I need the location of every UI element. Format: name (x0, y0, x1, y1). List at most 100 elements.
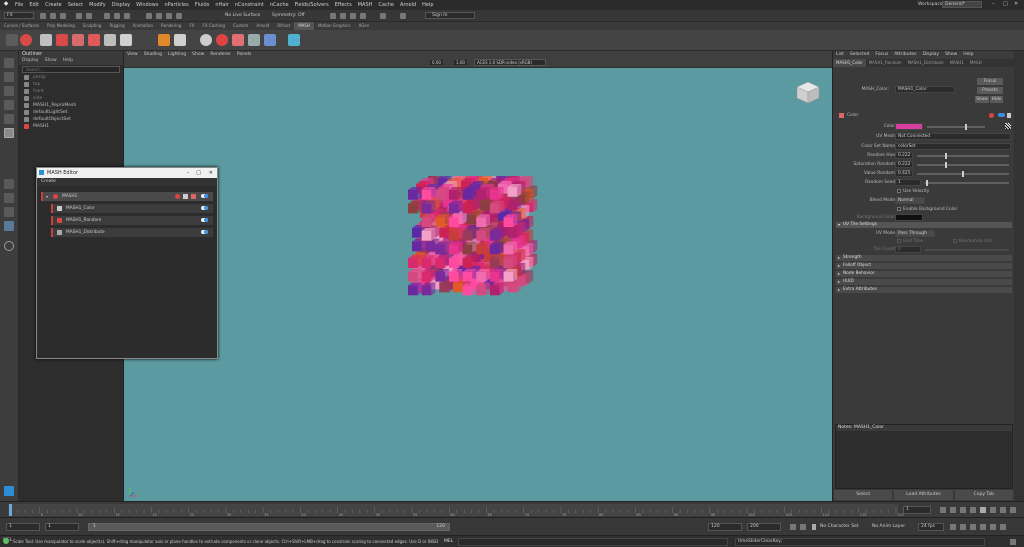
expand-arrow-icon[interactable]: ▾ (46, 192, 48, 201)
ae-notes-panel[interactable]: Notes: MASH1_Color (835, 424, 1013, 489)
close-icon[interactable]: ✕ (1014, 1, 1018, 7)
menu-nhair[interactable]: nHair (212, 2, 231, 8)
menu-nparticles[interactable]: nParticles (161, 2, 191, 8)
sat-random-slider[interactable] (917, 164, 1009, 166)
mash-editor-maximize-icon[interactable]: □ (196, 168, 201, 178)
viewport-menu-renderer[interactable]: Renderer (207, 51, 234, 58)
color-node-row[interactable]: MASH1_Color (51, 204, 213, 213)
menu-arnold[interactable]: Arnold (397, 2, 419, 8)
viewport-menu-panels[interactable]: Panels (234, 51, 254, 58)
step-back-key-icon[interactable] (950, 507, 956, 513)
outliner-item[interactable]: front (19, 88, 123, 95)
shelf-tab-mash[interactable]: MASH (294, 22, 314, 30)
fps-dropdown[interactable]: 24 fps (918, 523, 944, 531)
menu-windows[interactable]: Windows (133, 2, 161, 8)
menu-display[interactable]: Display (109, 2, 133, 8)
step-forward-key-icon[interactable] (1000, 507, 1006, 513)
mash-editor-minimize-icon[interactable]: – (187, 168, 190, 178)
menu-modify[interactable]: Modify (86, 2, 109, 8)
select-hierarchy-icon[interactable] (104, 13, 110, 19)
hypershade-icon[interactable] (380, 13, 386, 19)
use-velocity-checkbox[interactable] (897, 189, 901, 193)
random-node-row[interactable]: MASH1_Random (51, 216, 213, 225)
shelf-tab-bifrost[interactable]: Bifrost (273, 22, 294, 30)
ae-tab-mash1-random[interactable]: MASH1_Random (866, 59, 905, 67)
select-tool-icon[interactable] (4, 58, 14, 68)
shelf-menu-icon[interactable] (6, 34, 18, 46)
open-scene-icon[interactable] (50, 13, 56, 19)
select-component-icon[interactable] (124, 13, 130, 19)
mash-add-node-icon[interactable] (175, 194, 180, 199)
ae-focus-button[interactable]: Focus (977, 78, 1003, 85)
time-slider[interactable]: 5 10 15 20 25 30 35 40 45 50 55 60 65 70 75 80 85 90 95 100… (0, 501, 1024, 517)
menu-create[interactable]: Create (42, 2, 65, 8)
random-node-toggle[interactable] (201, 218, 208, 222)
range-bar[interactable]: 1 120 (88, 523, 450, 531)
shelf-tab-fx[interactable]: FX (185, 22, 198, 30)
snap-point-icon[interactable] (166, 13, 172, 19)
live-surface-field[interactable]: No Live Surface (225, 13, 260, 18)
play-back-icon[interactable] (970, 507, 976, 513)
render-frame-icon[interactable] (340, 13, 346, 19)
mash-random-icon[interactable] (56, 34, 68, 46)
bg-color-swatch[interactable] (895, 214, 923, 221)
current-frame-field[interactable]: 1 (903, 506, 931, 514)
menu-edit[interactable]: Edit (26, 2, 42, 8)
go-start-icon[interactable] (940, 507, 946, 513)
audio-icon[interactable] (970, 524, 976, 530)
anim-start-field[interactable]: 1 (6, 523, 40, 531)
mash-flight-icon[interactable] (232, 34, 244, 46)
layout-outliner-icon[interactable] (4, 221, 14, 231)
range-option-icon[interactable] (790, 524, 796, 530)
outliner-item[interactable]: side (19, 95, 123, 102)
outliner-menu-display[interactable]: Display (19, 58, 42, 65)
step-forward-icon[interactable] (990, 507, 996, 513)
mash-settings-icon[interactable] (191, 194, 196, 199)
shelf-tab-sculpt[interactable]: Sculpting (79, 22, 106, 30)
range-lock-icon[interactable] (800, 524, 806, 530)
redo-icon[interactable] (86, 13, 92, 19)
playback-end-field[interactable]: 120 (708, 523, 742, 531)
select-object-icon[interactable] (114, 13, 120, 19)
ae-menu-display[interactable]: Display (919, 51, 942, 59)
ae-menu-attributes[interactable]: Attributes (891, 51, 919, 59)
mash-create-icon[interactable] (20, 34, 32, 46)
node-behavior-section-header[interactable]: ▸ Node Behavior (836, 271, 1012, 277)
ae-show-button[interactable]: Show (975, 96, 989, 103)
auto-key-icon[interactable] (950, 524, 956, 530)
workspace-dropdown[interactable]: General* (942, 1, 982, 8)
ae-presets-button[interactable]: Presets (977, 87, 1003, 94)
viewport-menu-shading[interactable]: Shading (141, 51, 165, 58)
color-section-toggle[interactable] (998, 113, 1005, 117)
sign-in-button[interactable]: Sign In (425, 12, 475, 19)
layout-four-icon[interactable] (4, 193, 14, 203)
val-random-knob[interactable] (962, 171, 964, 177)
render-settings-icon[interactable] (360, 13, 366, 19)
cache-icon[interactable] (980, 524, 986, 530)
uuid-section-header[interactable]: ▸ UUID (836, 279, 1012, 285)
menu-fluids[interactable]: Fluids (192, 2, 213, 8)
symmetry-field[interactable]: Symmetry: Off (272, 13, 305, 18)
mash-node-toggle[interactable] (201, 194, 208, 198)
mash-offset-icon[interactable] (88, 34, 100, 46)
layout-split-icon[interactable] (4, 207, 14, 217)
mash-dynamics-icon[interactable] (248, 34, 260, 46)
new-scene-icon[interactable] (40, 13, 46, 19)
menu-cache[interactable]: Cache (375, 2, 397, 8)
search-icon[interactable] (4, 241, 14, 251)
command-line-lang[interactable]: MEL (444, 539, 453, 544)
mash-repro-icon[interactable] (174, 34, 186, 46)
falloff-section-header[interactable]: ▸ Falloff Object (836, 263, 1012, 269)
ae-tab-mash1[interactable]: MASH1 (947, 59, 967, 67)
viewport-menu-view[interactable]: View (124, 51, 141, 58)
scale-tool-icon[interactable] (4, 128, 14, 138)
outliner-menu-help[interactable]: Help (60, 58, 76, 65)
playback-start-field[interactable]: 1 (45, 523, 79, 531)
ipr-render-icon[interactable] (350, 13, 356, 19)
right-dock-tabs[interactable] (1014, 51, 1024, 501)
mash-curve-icon[interactable] (104, 34, 116, 46)
command-line-input[interactable] (458, 538, 728, 546)
tile-count-slider[interactable] (925, 249, 1009, 251)
outliner-item[interactable]: MASH1_ReproMesh (19, 102, 123, 109)
enable-bg-checkbox[interactable] (897, 207, 901, 211)
